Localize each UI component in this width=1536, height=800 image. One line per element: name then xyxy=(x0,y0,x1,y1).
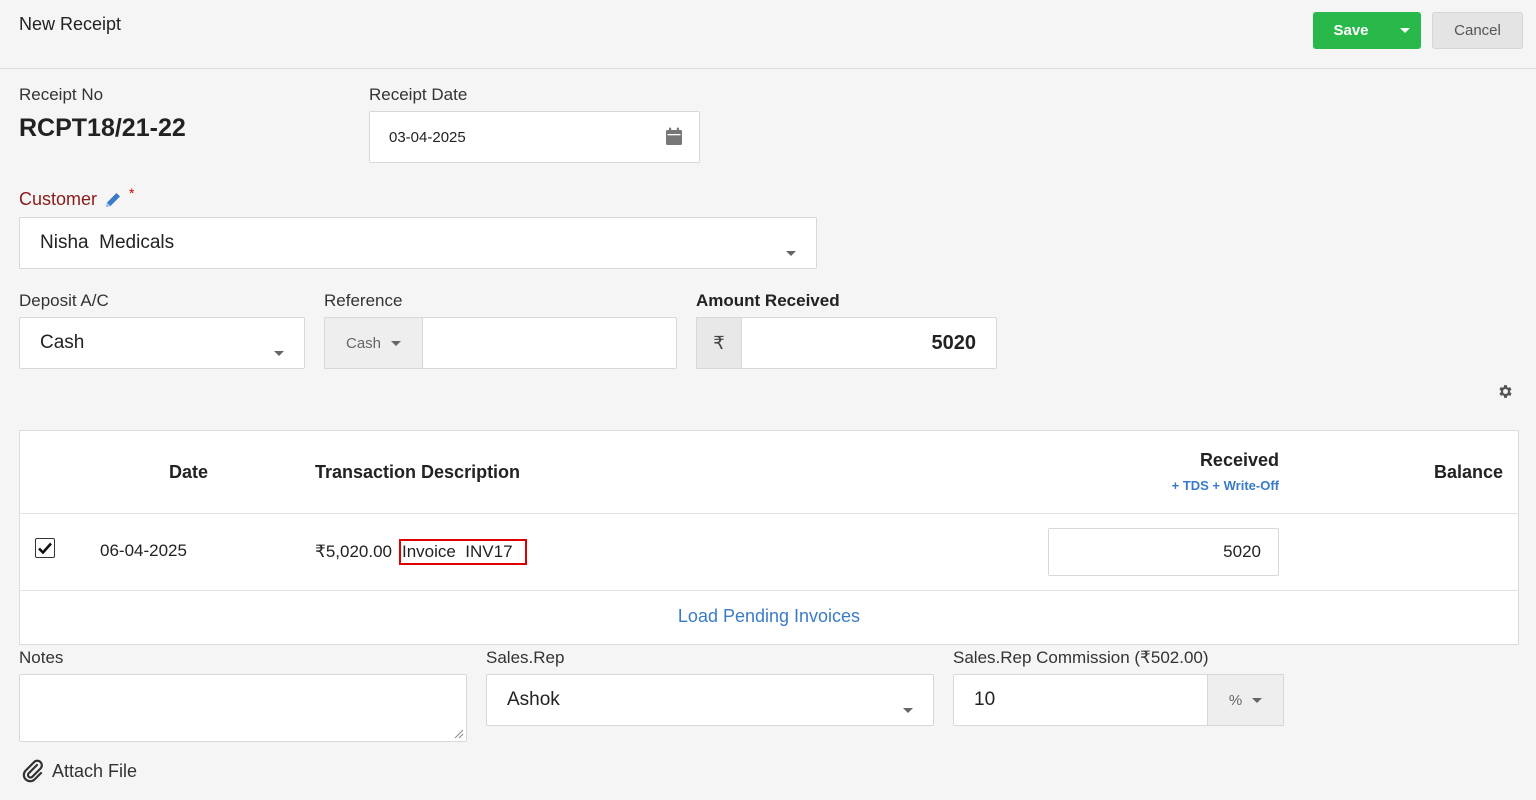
top-bar xyxy=(0,0,1536,69)
attach-file-label: Attach File xyxy=(52,760,138,781)
save-button[interactable]: Save xyxy=(1313,12,1389,49)
receipt-no-value: RCPT18/21-22 xyxy=(19,114,186,142)
chevron-down-icon xyxy=(786,240,796,262)
reference-label: Reference xyxy=(324,291,403,310)
sales-rep-label: Sales.Rep xyxy=(486,648,565,667)
currency-addon: ₹ xyxy=(696,317,742,369)
save-options-caret[interactable] xyxy=(1389,12,1421,49)
customer-value: Nisha Medicals xyxy=(40,232,175,253)
commission-label: Sales.Rep Commission (₹502.00) xyxy=(953,648,1209,667)
load-pending-invoices-link[interactable]: Load Pending Invoices xyxy=(20,606,1518,627)
balance-header: Balance xyxy=(1433,462,1503,482)
receipt-date-value: 03-04-2025 xyxy=(389,128,466,146)
reference-input[interactable] xyxy=(422,317,677,369)
chevron-down-icon xyxy=(391,340,402,346)
row-invoice[interactable]: Invoice INV17 xyxy=(399,539,527,565)
description-header: Transaction Description xyxy=(315,462,521,482)
header-divider xyxy=(20,513,1518,514)
pencil-icon[interactable] xyxy=(103,190,123,210)
tds-writeoff-link[interactable]: + TDS + Write-Off xyxy=(1172,478,1279,493)
date-header: Date xyxy=(169,462,209,482)
commission-unit-dropdown[interactable]: % xyxy=(1207,674,1284,726)
required-mark: * xyxy=(129,184,135,201)
receipt-date-input[interactable]: 03-04-2025 xyxy=(369,111,700,163)
cancel-button[interactable]: Cancel xyxy=(1432,12,1523,49)
notes-label: Notes xyxy=(19,648,64,667)
deposit-value: Cash xyxy=(40,332,85,353)
commission-unit: % xyxy=(1228,691,1243,709)
row-received-input[interactable]: 5020 xyxy=(1048,528,1279,576)
chevron-down-icon xyxy=(1400,28,1410,33)
calendar-icon[interactable] xyxy=(665,127,683,150)
row-divider xyxy=(20,590,1518,591)
amount-input[interactable]: 5020 xyxy=(741,317,997,369)
customer-select[interactable]: Nisha Medicals xyxy=(19,217,817,269)
customer-label-row: Customer * xyxy=(19,185,134,210)
chevron-down-icon xyxy=(274,340,284,362)
deposit-select[interactable]: Cash xyxy=(19,317,305,369)
checkmark-icon xyxy=(38,542,52,554)
chevron-down-icon xyxy=(1252,697,1263,703)
customer-label: Customer xyxy=(19,189,98,209)
save-button-group[interactable]: Save xyxy=(1313,12,1421,49)
resize-grip-icon[interactable] xyxy=(454,729,464,739)
attach-file-button[interactable]: Attach File xyxy=(22,759,137,783)
amount-label: Amount Received xyxy=(696,291,840,310)
reference-type-value: Cash xyxy=(345,334,382,352)
receipt-date-label: Receipt Date xyxy=(369,85,468,104)
row-checkbox[interactable] xyxy=(35,538,55,558)
sales-rep-select[interactable]: Ashok xyxy=(486,674,934,726)
gear-icon[interactable] xyxy=(1497,383,1514,405)
row-amount: ₹5,020.00 xyxy=(315,542,392,561)
deposit-label: Deposit A/C xyxy=(19,291,109,310)
reference-type-dropdown[interactable]: Cash xyxy=(324,317,423,369)
page-title: New Receipt xyxy=(19,14,122,34)
received-header: Received xyxy=(1199,450,1279,470)
chevron-down-icon xyxy=(903,697,913,719)
row-date: 06-04-2025 xyxy=(100,541,187,560)
row-invoice-label: Invoice INV17 xyxy=(402,542,513,561)
commission-input[interactable]: 10 xyxy=(953,674,1208,726)
notes-textarea[interactable] xyxy=(19,674,467,742)
invoice-table: Date Transaction Description Received + … xyxy=(19,430,1519,645)
paperclip-icon xyxy=(22,759,43,783)
sales-rep-value: Ashok xyxy=(507,689,560,710)
receipt-no-label: Receipt No xyxy=(19,85,104,104)
